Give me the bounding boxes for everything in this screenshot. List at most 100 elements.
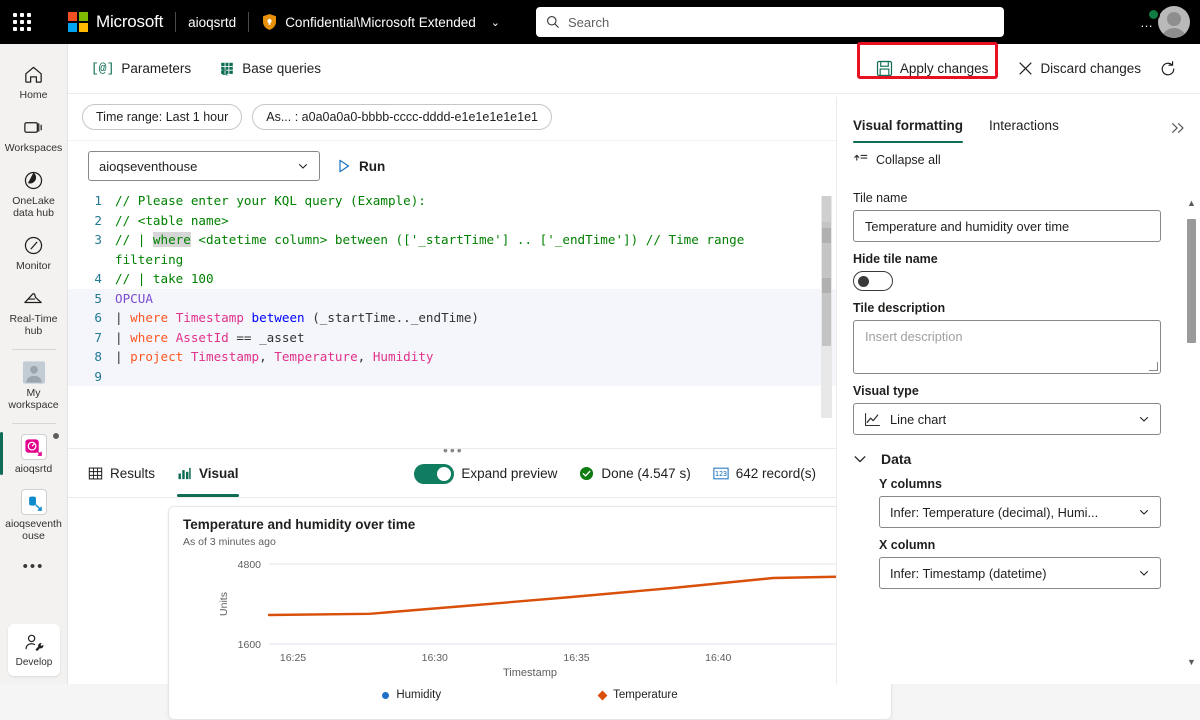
scroll-down-arrow-icon[interactable]: ▼ — [1187, 658, 1196, 667]
chevron-down-icon — [297, 160, 309, 172]
microsoft-logo[interactable]: Microsoft — [44, 12, 163, 32]
sidebar-item-onelake-data-hub[interactable]: OneLake data hub — [0, 160, 68, 225]
editor-line: 4 // | take 100 — [68, 269, 836, 289]
sidebar-item-workspaces[interactable]: Workspaces — [0, 107, 68, 160]
run-button[interactable]: Run — [336, 158, 385, 174]
line-code: filtering — [115, 251, 184, 267]
asset-filter-pill[interactable]: As... : a0a0a0a0-bbbb-cccc-dddd-e1e1e1e1… — [252, 104, 552, 130]
line-number: 1 — [94, 193, 102, 208]
line-code: OPCUA — [115, 290, 153, 306]
kql-editor[interactable]: 1 // Please enter your KQL query (Example… — [68, 191, 836, 448]
editor-line: 7 | where AssetId == _asset — [68, 327, 836, 347]
sidebar-more-icon[interactable]: ••• — [23, 558, 45, 575]
number-123-icon: 123 — [713, 467, 729, 480]
legend-item-temperature[interactable]: Temperature — [597, 689, 678, 701]
svg-text:123: 123 — [715, 470, 727, 478]
legend-label: Temperature — [613, 689, 678, 701]
discard-changes-button[interactable]: Discard changes — [1009, 55, 1150, 82]
parameters-label: Parameters — [121, 61, 192, 76]
tab-visual-formatting-label: Visual formatting — [853, 118, 964, 133]
tab-interactions[interactable]: Interactions — [989, 118, 1059, 143]
search-input[interactable]: Search — [536, 7, 1004, 37]
chevron-double-right-icon[interactable] — [1170, 121, 1186, 135]
legend-marker-circle-icon — [382, 691, 390, 699]
develop-button[interactable]: Develop — [8, 624, 60, 676]
editor-line: 8 | project Timestamp, Temperature, Humid… — [68, 347, 836, 367]
legend-item-humidity[interactable]: Humidity — [382, 689, 441, 701]
base-queries-button[interactable]: Base queries — [210, 55, 330, 83]
line-chart-icon — [864, 412, 881, 427]
panel-scrollbar[interactable]: ▲ ▼ — [1186, 197, 1197, 669]
x-tick-label: 16:25 — [280, 652, 306, 664]
editor-line: 9 — [68, 366, 836, 386]
sidebar-item-aioqsrtd[interactable]: aioqsrtd — [0, 426, 68, 481]
expand-preview-label: Expand preview — [461, 466, 558, 481]
line-number: 9 — [94, 368, 102, 384]
sidebar-item-label: aioqseventhouse — [5, 518, 62, 542]
editor-line: 5 OPCUA — [68, 288, 836, 308]
sidebar-item-monitor[interactable]: Monitor — [0, 225, 68, 278]
tile-description-textarea[interactable]: Insert description — [853, 320, 1161, 374]
sidebar-item-my-workspace[interactable]: My workspace — [0, 352, 68, 417]
horizontal-divider — [68, 448, 836, 449]
workspaces-icon — [22, 115, 46, 139]
line-number: 8 — [94, 349, 102, 364]
tile-name-input[interactable]: Temperature and humidity over time — [853, 210, 1161, 242]
y-columns-select[interactable]: Infer: Temperature (decimal), Humi... — [879, 496, 1161, 528]
save-icon — [876, 60, 893, 77]
tab-results[interactable]: Results — [88, 451, 155, 497]
home-icon — [22, 62, 46, 86]
sensitivity-label-button[interactable]: Confidential\Microsoft Extended ⌄ — [261, 13, 500, 31]
database-select[interactable]: aioqseventhouse — [88, 151, 320, 181]
search-icon — [546, 15, 560, 29]
tile-description-placeholder: Insert description — [865, 329, 963, 344]
expand-preview-toggle[interactable] — [414, 463, 455, 484]
chevron-down-icon — [1138, 506, 1150, 518]
apply-changes-wrapper: Apply changes — [856, 42, 998, 83]
success-check-icon — [579, 466, 594, 481]
sidebar-item-real-time-hub[interactable]: Real-Time hub — [0, 278, 68, 343]
waffle-icon[interactable] — [0, 0, 44, 44]
line-chart-plot: 4800 1600 Units 16:2516:3016:3516:4016:4… — [218, 559, 876, 664]
tab-visual-formatting[interactable]: Visual formatting — [853, 118, 964, 143]
left-navigation: Home Workspaces OneLake data hub Monitor… — [0, 44, 68, 684]
scroll-up-arrow-icon[interactable]: ▲ — [1187, 199, 1196, 208]
sidebar-item-aioqseventhouse[interactable]: aioqseventhouse — [0, 481, 68, 548]
tab-visual[interactable]: Visual — [177, 451, 239, 497]
query-status: Done (4.547 s) — [579, 466, 691, 481]
data-section-header[interactable]: Data — [853, 451, 1184, 467]
hide-tile-name-toggle[interactable] — [853, 271, 893, 291]
bar-chart-icon — [177, 466, 192, 481]
sensitivity-text: Confidential\Microsoft Extended — [285, 14, 476, 30]
divider — [11, 349, 56, 350]
x-column-select[interactable]: Infer: Timestamp (datetime) — [879, 557, 1161, 589]
scrollbar-thumb[interactable] — [1187, 219, 1196, 343]
data-section-body: Y columns Infer: Temperature (decimal), … — [879, 477, 1184, 589]
parameters-button[interactable]: [@] Parameters — [82, 55, 200, 82]
line-code: // <table name> — [115, 212, 229, 228]
line-code: | project Timestamp, Temperature, Humidi… — [115, 349, 434, 364]
chevron-down-icon[interactable]: ⌄ — [491, 16, 500, 29]
tile-subtitle: As of 3 minutes ago — [183, 536, 276, 548]
time-range-pill[interactable]: Time range: Last 1 hour — [82, 104, 243, 130]
editor-scrollbar[interactable] — [821, 196, 832, 418]
legend-marker-diamond-icon — [597, 690, 608, 700]
collapse-all-button[interactable]: Collapse all — [837, 143, 1200, 171]
visual-type-value: Line chart — [890, 411, 947, 427]
expand-preview-toggle-group: Expand preview — [414, 463, 558, 484]
x-column-value: Infer: Timestamp (datetime) — [890, 565, 1047, 581]
tile-name-value: Temperature and humidity over time — [865, 218, 1070, 234]
top-app-bar: Microsoft aioqsrtd Confidential\Microsof… — [0, 0, 1200, 44]
database-select-value: aioqseventhouse — [99, 158, 198, 174]
x-tick-label: 16:30 — [422, 652, 448, 664]
line-number: 5 — [94, 290, 102, 306]
sidebar-item-label: My workspace — [8, 387, 59, 411]
sidebar-item-label: OneLake data hub — [12, 195, 55, 219]
visual-type-select[interactable]: Line chart — [853, 403, 1161, 435]
refresh-button[interactable] — [1150, 54, 1186, 84]
apply-changes-button[interactable]: Apply changes — [867, 54, 998, 83]
sidebar-item-home[interactable]: Home — [0, 54, 68, 107]
chevron-down-icon — [1138, 413, 1150, 425]
data-section-label: Data — [881, 451, 912, 467]
avatar[interactable] — [1158, 6, 1190, 38]
